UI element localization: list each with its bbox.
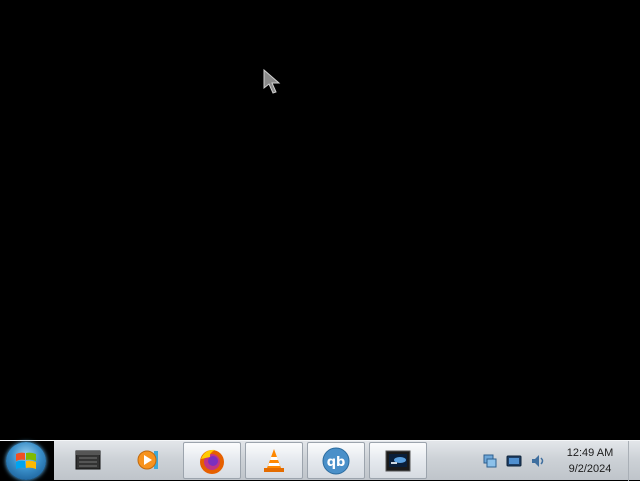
system-tray (470, 441, 556, 481)
qbittorrent-icon: qb (322, 447, 350, 475)
clock-time: 12:49 AM (566, 447, 614, 459)
network-icon[interactable] (482, 453, 498, 469)
start-area (0, 441, 54, 481)
desktop[interactable] (0, 0, 640, 440)
taskbar-app-terminal[interactable] (369, 442, 427, 479)
clock-date: 9/2/2024 (568, 463, 612, 475)
taskbar-app-vlc[interactable] (245, 442, 303, 479)
taskbar: qb 12:49 AM 9/2/2024 (0, 440, 640, 481)
show-desktop-button[interactable] (628, 441, 640, 481)
display-icon[interactable] (506, 453, 522, 469)
archive-icon (75, 450, 101, 470)
volume-icon[interactable] (530, 453, 546, 469)
svg-text:qb: qb (327, 455, 346, 470)
mouse-pointer-icon (263, 68, 281, 94)
taskbar-clock[interactable]: 12:49 AM 9/2/2024 (556, 445, 624, 479)
taskbar-app-archive-manager[interactable] (60, 442, 118, 479)
taskbar-app-firefox[interactable] (183, 442, 241, 479)
start-button[interactable] (6, 442, 46, 480)
vlc-icon (264, 449, 284, 472)
taskbar-app-qbittorrent[interactable]: qb (307, 442, 365, 479)
terminal-icon (385, 450, 411, 472)
firefox-icon (200, 449, 224, 474)
taskbar-app-media-player[interactable] (121, 442, 179, 479)
media-player-icon (137, 450, 158, 470)
windows-logo-icon (16, 452, 36, 469)
